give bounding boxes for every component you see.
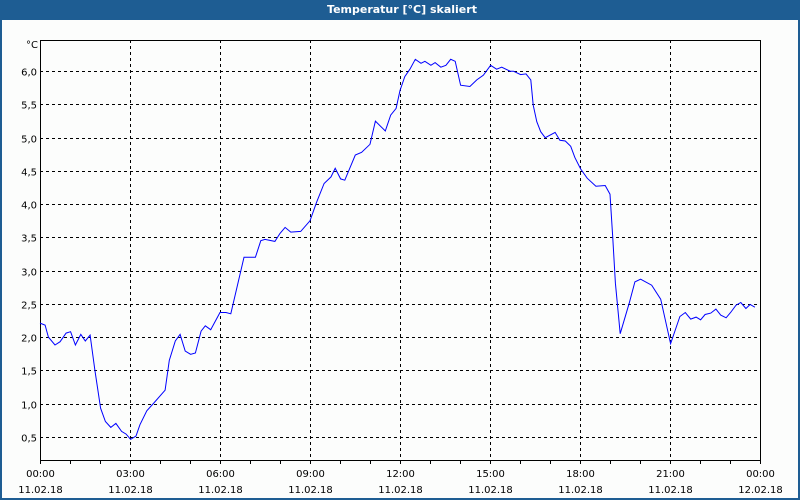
y-tick-label: 6,0 xyxy=(21,68,37,79)
series-line-temperatur xyxy=(39,58,756,441)
x-tick-time: 00:00 xyxy=(746,469,775,480)
x-tick-time: 21:00 xyxy=(656,469,685,480)
grid xyxy=(40,40,760,460)
x-tick-time: 09:00 xyxy=(296,469,325,480)
y-tick-label: 5,0 xyxy=(21,135,37,146)
y-tick-label: 1,0 xyxy=(21,401,37,412)
x-tick-time: 12:00 xyxy=(386,469,415,480)
x-tick-time: 06:00 xyxy=(206,469,235,480)
x-tick-date: 11.02.18 xyxy=(108,485,153,496)
y-unit-label: °C xyxy=(26,40,38,51)
y-tick-label: 3,0 xyxy=(21,268,37,279)
y-tick-label: 0,5 xyxy=(21,434,37,445)
x-tick-date: 12.02.18 xyxy=(738,485,783,496)
x-tick-time: 15:00 xyxy=(476,469,505,480)
y-tick-label: 3,5 xyxy=(21,234,37,245)
x-tick-date: 11.02.18 xyxy=(558,485,603,496)
x-tick-date: 11.02.18 xyxy=(378,485,423,496)
x-tick-date: 11.02.18 xyxy=(468,485,513,496)
y-tick-label: 4,5 xyxy=(21,168,37,179)
x-tick-date: 11.02.18 xyxy=(198,485,243,496)
x-tick-date: 11.02.18 xyxy=(288,485,333,496)
x-tick-time: 03:00 xyxy=(116,469,145,480)
y-tick-label: 4,0 xyxy=(21,201,37,212)
y-tick-label: 2,5 xyxy=(21,301,37,312)
x-tick-date: 11.02.18 xyxy=(18,485,63,496)
y-tick-label: 1,5 xyxy=(21,367,37,378)
temperature-chart: °C 0,51,01,52,02,53,03,54,04,55,05,56,0 … xyxy=(18,40,783,496)
x-tick-time: 18:00 xyxy=(566,469,595,480)
y-tick-label: 2,0 xyxy=(21,334,37,345)
x-tick-time: 00:00 xyxy=(26,469,55,480)
x-tick-date: 11.02.18 xyxy=(648,485,693,496)
y-tick-label: 5,5 xyxy=(21,101,37,112)
